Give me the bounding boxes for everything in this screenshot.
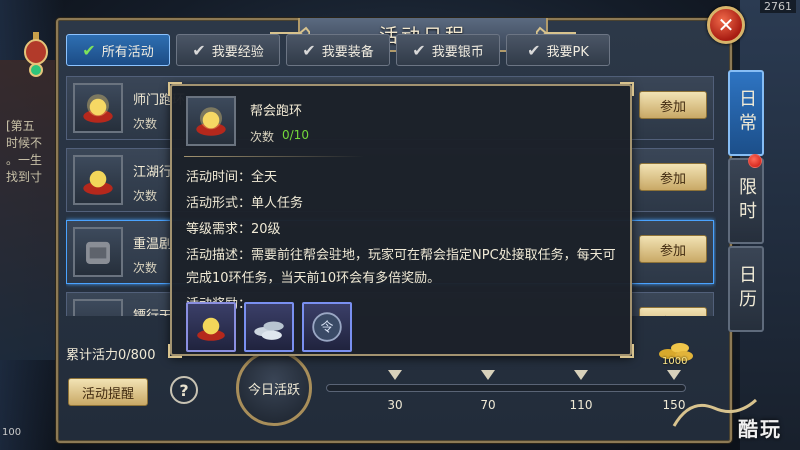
filter-all-activities[interactable]: ✔ 所有活动 <box>66 34 170 66</box>
close-icon: ✕ <box>717 13 735 37</box>
filter-label: 我要经验 <box>211 44 264 60</box>
tooltip-count-value: 0/10 <box>282 128 309 142</box>
top-right-counter: 2761 <box>760 0 796 13</box>
activity-count-label: 次数 <box>133 117 158 131</box>
join-button[interactable]: 参加 <box>639 91 707 119</box>
milestone-30[interactable]: 30 <box>375 370 415 412</box>
tab-calendar[interactable]: 日历 <box>728 246 764 332</box>
milestone-value: 70 <box>480 398 496 412</box>
svg-text:令: 令 <box>321 321 334 336</box>
notification-dot-icon <box>748 154 762 168</box>
help-button[interactable]: ? <box>170 376 198 404</box>
tab-label: 日常 <box>736 89 757 137</box>
lantern-icon[interactable] <box>22 32 50 82</box>
milestone-value: 110 <box>569 398 593 412</box>
corner-ornament <box>620 344 634 358</box>
filter-tabs: ✔ 所有活动 ✔ 我要经验 ✔ 我要装备 ✔ 我要银币 ✔ 我要PK <box>66 34 610 66</box>
activity-name: 重温剧 <box>133 237 173 252</box>
gold-ingot-icon[interactable] <box>186 302 236 352</box>
join-button[interactable]: 参加 <box>639 163 707 191</box>
checkmark-icon: ✔ <box>82 40 96 60</box>
chevron-down-icon <box>574 370 588 380</box>
silver-coins-icon[interactable] <box>244 302 294 352</box>
filter-experience[interactable]: ✔ 我要经验 <box>176 34 280 66</box>
close-button[interactable]: ✕ <box>707 6 745 44</box>
tab-label: 日历 <box>736 265 757 313</box>
token-medal-icon[interactable]: 令 <box>302 302 352 352</box>
filter-equipment[interactable]: ✔ 我要装备 <box>286 34 390 66</box>
checkmark-icon: ✔ <box>192 40 206 60</box>
activity-description: 活动描述：需要前往帮会驻地，玩家可在帮会指定NPC处接取任务，每天可完成10环任… <box>186 248 616 286</box>
tooltip-activity-name: 帮会跑环 <box>250 104 303 119</box>
join-button[interactable]: 参加 <box>639 307 707 316</box>
chevron-down-icon <box>481 370 495 380</box>
activity-reminder-button[interactable]: 活动提醒 <box>68 378 148 406</box>
corner-ornament <box>168 344 182 358</box>
filter-pk[interactable]: ✔ 我要PK <box>506 34 610 66</box>
checkmark-icon: ✔ <box>412 40 426 60</box>
tooltip-count-label: 次数 <box>250 130 275 144</box>
tab-label: 限时 <box>736 177 757 225</box>
filter-label: 我要装备 <box>321 44 374 60</box>
corner-ornament <box>168 82 182 96</box>
filter-silver[interactable]: ✔ 我要银币 <box>396 34 500 66</box>
left-chat-text: [第五 时候不 。一生 找到寸 <box>6 119 43 184</box>
milestone-110[interactable]: 110 <box>561 370 601 412</box>
silver-coins-icon <box>73 299 123 316</box>
milestone-70[interactable]: 70 <box>468 370 508 412</box>
gold-ingot-icon <box>73 155 123 205</box>
activity-count-label: 次数 <box>133 261 158 275</box>
filter-label: 我要银币 <box>431 44 484 60</box>
checkmark-icon: ✔ <box>302 40 316 60</box>
vitality-total: 累计活力0/800 <box>66 348 156 363</box>
tab-limited[interactable]: 限时 <box>728 154 764 244</box>
question-icon: ? <box>179 380 189 400</box>
activity-tooltip: 帮会跑环 次数 0/10 活动时间：全天 活动形式：单人任务 等级需求：20级 … <box>168 82 634 358</box>
today-activity-button[interactable]: 今日活跃 <box>236 350 312 426</box>
chevron-down-icon <box>667 370 681 380</box>
divider <box>184 156 364 157</box>
tooltip-details: 活动时间：全天 活动形式：单人任务 等级需求：20级 活动描述：需要前往帮会驻地… <box>186 166 626 319</box>
activity-time: 活动时间：全天 <box>186 170 278 185</box>
join-button[interactable]: 参加 <box>639 235 707 263</box>
left-side-panel <box>0 60 62 360</box>
milestone-value: 30 <box>387 398 403 412</box>
watermark: 酷玩 <box>738 417 782 441</box>
gold-ingot-icon <box>186 96 236 146</box>
tab-daily[interactable]: 日常 <box>728 70 764 156</box>
bottom-left-counter: 100 <box>2 427 22 438</box>
armor-icon <box>73 227 123 277</box>
filter-label: 所有活动 <box>101 44 154 60</box>
gold-ingot-icon <box>73 83 123 133</box>
corner-ornament <box>620 82 634 96</box>
checkmark-icon: ✔ <box>527 40 541 60</box>
category-side-tabs: 日常 限时 日历 <box>728 70 764 334</box>
activity-name: 江湖行 <box>133 165 173 180</box>
reward-list: 令 <box>186 302 352 352</box>
reward-amount: 1000 <box>662 356 688 367</box>
activity-form: 活动形式：单人任务 <box>186 196 304 211</box>
activity-level: 等级需求：20级 <box>186 222 281 237</box>
filter-label: 我要PK <box>546 44 589 60</box>
activity-count-label: 次数 <box>133 189 158 203</box>
activity-name: 镖行天 <box>133 305 172 316</box>
chevron-down-icon <box>388 370 402 380</box>
